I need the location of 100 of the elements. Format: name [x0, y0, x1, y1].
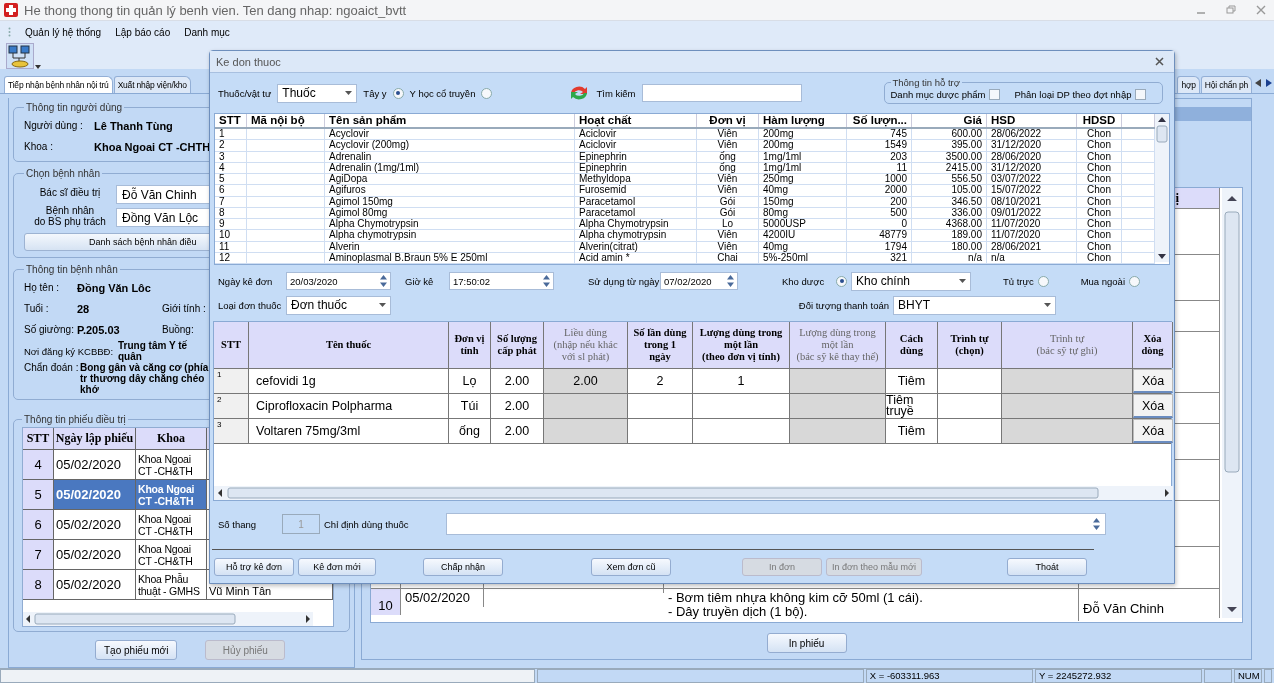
- table-cell[interactable]: Adrenalin: [325, 151, 575, 162]
- restore-icon[interactable]: [1226, 5, 1236, 15]
- table-cell[interactable]: 15/07/2022: [987, 185, 1077, 196]
- table-cell[interactable]: 4368.00: [912, 219, 987, 230]
- table-cell[interactable]: Acyclovir (200mg): [325, 140, 575, 151]
- table-cell[interactable]: Aminoplasmal B.Braun 5% E 250ml: [325, 252, 575, 263]
- table-cell[interactable]: Voltaren 75mg/3ml: [249, 419, 449, 443]
- table-cell[interactable]: 10: [215, 230, 247, 241]
- table-cell[interactable]: 4200IU: [759, 230, 847, 241]
- table-cell[interactable]: 28/06/2022: [987, 129, 1077, 140]
- table-cell[interactable]: 200: [847, 196, 912, 207]
- horizontal-scrollbar[interactable]: [23, 612, 313, 626]
- spinner-icon[interactable]: [727, 275, 734, 287]
- delete-button[interactable]: Xóa: [1133, 394, 1173, 418]
- table-cell[interactable]: 321: [847, 252, 912, 263]
- table-cell[interactable]: 11/07/2020: [987, 219, 1077, 230]
- table-cell[interactable]: Gói: [697, 207, 759, 218]
- table-cell[interactable]: 150mg: [759, 196, 847, 207]
- scroll-left-icon[interactable]: [1255, 79, 1261, 87]
- table-cell[interactable]: Chon: [1077, 140, 1122, 151]
- table-cell[interactable]: 5000USP: [759, 219, 847, 230]
- table-cell[interactable]: ống: [697, 162, 759, 173]
- menu-item[interactable]: Lập báo cáo: [115, 26, 171, 38]
- table-cell[interactable]: Alpha Chymotrypsin: [325, 219, 575, 230]
- table-cell[interactable]: Chon: [1077, 207, 1122, 218]
- table-cell[interactable]: 1mg/1ml: [759, 151, 847, 162]
- date-field[interactable]: 20/03/2020: [286, 272, 391, 290]
- table-cell[interactable]: Viên: [697, 140, 759, 151]
- table-cell[interactable]: Agimol 80mg: [325, 207, 575, 218]
- table-cell[interactable]: 05/02/2020: [54, 480, 136, 509]
- table-cell[interactable]: 8: [215, 207, 247, 218]
- table-cell[interactable]: Methyldopa: [575, 174, 697, 185]
- horizontal-scrollbar[interactable]: [214, 486, 1173, 500]
- table-cell[interactable]: 5: [215, 174, 247, 185]
- table-cell[interactable]: n/a: [987, 252, 1077, 263]
- dropdown[interactable]: Thuốc: [277, 83, 358, 103]
- table-cell[interactable]: 28/06/2021: [987, 241, 1077, 252]
- table-cell[interactable]: 40mg: [759, 185, 847, 196]
- button[interactable]: In phiếu: [766, 633, 847, 653]
- table-cell[interactable]: Chon: [1077, 129, 1122, 140]
- table-cell[interactable]: 31/12/2020: [987, 140, 1077, 151]
- table-cell[interactable]: 12: [215, 252, 247, 263]
- table-cell[interactable]: Chon: [1077, 151, 1122, 162]
- table-cell[interactable]: Tiêm: [886, 419, 938, 443]
- table-cell[interactable]: 3500.00: [912, 151, 987, 162]
- table-cell[interactable]: 31/12/2020: [987, 162, 1077, 173]
- table-cell[interactable]: Adrenalin (1mg/1ml): [325, 162, 575, 173]
- button[interactable]: Tạo phiếu mới: [95, 640, 178, 660]
- table-cell[interactable]: Ciprofloxacin Polpharma: [249, 394, 449, 418]
- table-cell[interactable]: 05/02/2020: [54, 570, 136, 599]
- dropdown[interactable]: Kho chính: [851, 271, 971, 291]
- table-cell[interactable]: 48779: [847, 230, 912, 241]
- table-cell[interactable]: Epinephrin: [575, 162, 697, 173]
- table-cell[interactable]: 9: [215, 219, 247, 230]
- table-cell[interactable]: 1549: [847, 140, 912, 151]
- table-cell[interactable]: 05/02/2020: [54, 510, 136, 539]
- table-cell[interactable]: Khoa Ngoai CT -CH&TH: [136, 480, 207, 509]
- table-cell[interactable]: Túi: [449, 394, 491, 418]
- table-cell[interactable]: Chon: [1077, 230, 1122, 241]
- table-cell[interactable]: Paracetamol: [575, 196, 697, 207]
- radio-button[interactable]: [481, 87, 493, 99]
- table-cell[interactable]: Aciclovir: [575, 129, 697, 140]
- table-cell[interactable]: 1000: [847, 174, 912, 185]
- table-cell[interactable]: 40mg: [759, 241, 847, 252]
- date-field[interactable]: 07/02/2020: [660, 272, 738, 290]
- table-cell[interactable]: Agimol 150mg: [325, 196, 575, 207]
- table-cell[interactable]: n/a: [912, 252, 987, 263]
- table-cell[interactable]: Acyclovir: [325, 129, 575, 140]
- table-cell[interactable]: 200mg: [759, 140, 847, 151]
- table-cell[interactable]: 1mg/1ml: [759, 162, 847, 173]
- table-cell[interactable]: ống: [449, 419, 491, 443]
- table-cell[interactable]: 600.00: [912, 129, 987, 140]
- table-cell[interactable]: Khoa Ngoai CT -CH&TH: [136, 450, 207, 479]
- table-cell[interactable]: Viên: [697, 241, 759, 252]
- table-cell[interactable]: Alpha chymotrypsin: [325, 230, 575, 241]
- table-cell[interactable]: 745: [847, 129, 912, 140]
- table-cell[interactable]: 180.00: [912, 241, 987, 252]
- table-cell[interactable]: 28/06/2020: [987, 151, 1077, 162]
- table-cell[interactable]: 03/07/2022: [987, 174, 1077, 185]
- table-cell[interactable]: 395.00: [912, 140, 987, 151]
- tab[interactable]: Hội chẩn ph: [1200, 76, 1252, 93]
- tab[interactable]: Tiếp nhận bệnh nhân nội trú: [4, 76, 113, 93]
- radio-button[interactable]: [836, 275, 847, 287]
- search-field[interactable]: [641, 84, 802, 102]
- table-cell[interactable]: Alverin: [325, 241, 575, 252]
- table-cell[interactable]: 6: [215, 185, 247, 196]
- table-cell[interactable]: 11: [847, 162, 912, 173]
- table-cell[interactable]: Khoa Ngoai CT -CH&TH: [136, 540, 207, 569]
- table-cell[interactable]: Viên: [697, 129, 759, 140]
- delete-button[interactable]: Xóa: [1133, 419, 1173, 443]
- table-cell[interactable]: Chon: [1077, 162, 1122, 173]
- table-cell[interactable]: Furosemid: [575, 185, 697, 196]
- table-cell[interactable]: 203: [847, 151, 912, 162]
- table-cell[interactable]: 500: [847, 207, 912, 218]
- scroll-right-icon[interactable]: [1266, 79, 1272, 87]
- table-cell[interactable]: Chon: [1077, 241, 1122, 252]
- dropdown[interactable]: Đơn thuốc: [286, 295, 391, 315]
- menu-item[interactable]: Danh mục: [184, 26, 230, 38]
- table-cell[interactable]: 189.00: [912, 230, 987, 241]
- table-cell[interactable]: Alverin(citrat): [575, 241, 697, 252]
